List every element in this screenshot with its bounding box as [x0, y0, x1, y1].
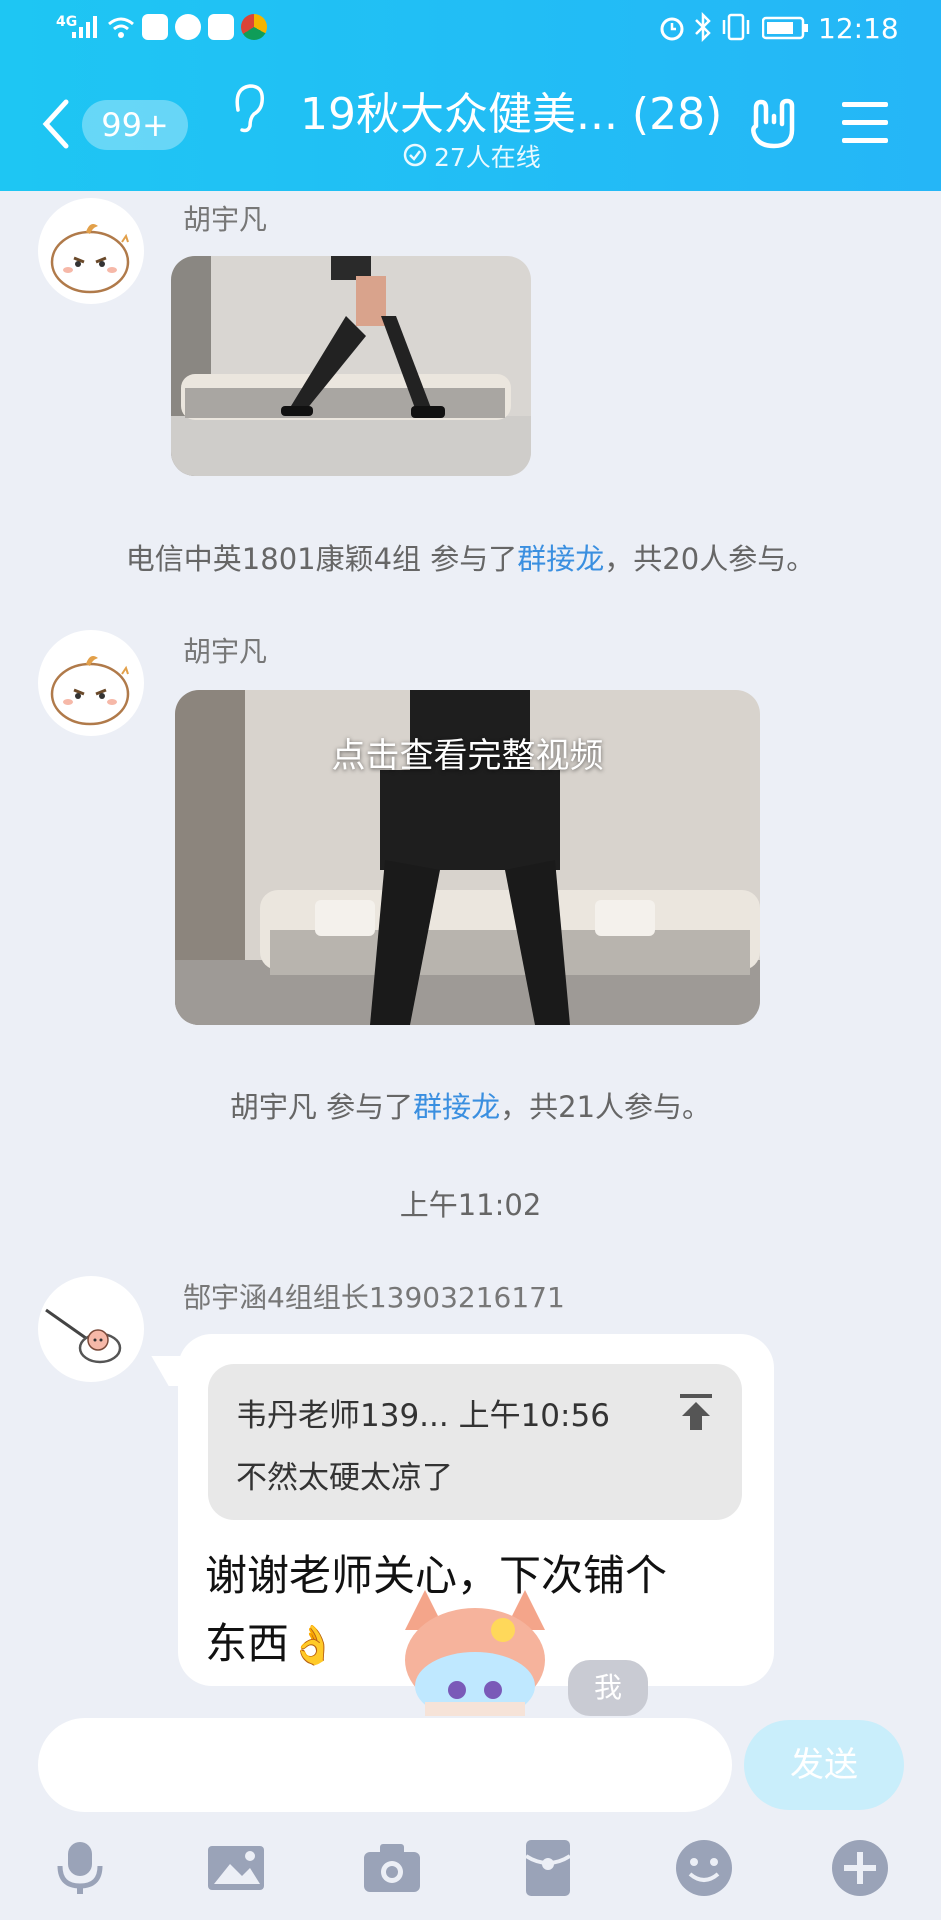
quoted-message[interactable]: 韦丹老师139... 上午10:56 不然太硬太凉了 [208, 1364, 742, 1520]
signal-icon [72, 16, 97, 38]
avatar-hu-yufan[interactable] [38, 630, 144, 736]
hand-gesture-icon[interactable] [744, 96, 800, 152]
wifi-icon [108, 17, 134, 38]
camera-icon[interactable] [360, 1836, 424, 1900]
photo-message[interactable] [171, 256, 531, 476]
sender-name: 胡宇凡 [183, 203, 268, 236]
group-solitaire-link[interactable]: 群接龙 [413, 1090, 500, 1124]
unread-count-badge[interactable]: 99+ [82, 100, 188, 150]
emoji-icon[interactable] [672, 1836, 736, 1900]
plus-icon[interactable] [828, 1836, 892, 1900]
menu-icon[interactable] [840, 100, 890, 146]
system-notice: 电信中英1801康颖4组 参与了群接龙，共20人参与。 [0, 536, 941, 578]
chrome-notify-icon [241, 14, 267, 40]
ear-icon[interactable] [228, 80, 268, 136]
sender-name: 胡宇凡 [183, 635, 268, 668]
battery-icon [762, 16, 808, 40]
message-text-line2: 东西👌 [205, 1610, 336, 1671]
app-notify-icon [208, 14, 234, 40]
browser-notify-icon [175, 14, 201, 40]
message-input[interactable] [38, 1718, 732, 1812]
system-suffix: ，共20人参与。 [604, 542, 816, 576]
chick-avatar-icon [50, 656, 130, 726]
online-count: 27人在线 [434, 143, 541, 172]
image-icon[interactable] [204, 1836, 268, 1900]
avatar-gao-yuhan[interactable] [38, 1276, 144, 1382]
bluetooth-icon [695, 12, 711, 42]
jump-to-top-icon[interactable] [676, 1392, 716, 1432]
mic-icon[interactable] [48, 1836, 112, 1900]
avatar-hu-yufan[interactable] [38, 198, 144, 304]
online-check-icon [403, 143, 427, 167]
video-message[interactable]: 点击查看完整视频 [175, 690, 760, 1025]
pig-on-spoon-avatar-icon [45, 1308, 122, 1364]
red-packet-icon[interactable] [516, 1836, 580, 1900]
sender-name: 郜宇涵4组组长13903216171 [183, 1281, 565, 1314]
system-suffix: ，共21人参与。 [500, 1090, 712, 1124]
exercise-photo [171, 256, 531, 476]
quote-text: 不然太硬太凉了 [236, 1460, 453, 1496]
message-text: 东西 [205, 1619, 290, 1668]
chick-avatar-icon [50, 224, 130, 294]
ok-hand-icon: 👌 [289, 1623, 337, 1667]
send-button[interactable]: 发送 [744, 1720, 904, 1810]
anime-sticker[interactable] [385, 1590, 565, 1716]
vibrate-icon [722, 13, 750, 41]
quote-header: 韦丹老师139... 上午10:56 [236, 1398, 610, 1434]
me-label: 我 [568, 1660, 648, 1716]
system-prefix: 胡宇凡 参与了 [229, 1090, 414, 1124]
video-overlay-text[interactable]: 点击查看完整视频 [175, 728, 760, 777]
system-prefix: 电信中英1801康颖4组 参与了 [125, 542, 518, 576]
status-time: 12:18 [818, 12, 899, 45]
group-solitaire-link[interactable]: 群接龙 [517, 542, 604, 576]
system-notice: 胡宇凡 参与了群接龙，共21人参与。 [0, 1084, 941, 1126]
timestamp: 上午11:02 [399, 1188, 542, 1222]
group-title[interactable]: 19秋大众健美... (28) [300, 78, 722, 142]
back-arrow-icon[interactable] [36, 96, 76, 152]
alarm-icon [660, 17, 684, 41]
qq-notify-icon [142, 14, 168, 40]
